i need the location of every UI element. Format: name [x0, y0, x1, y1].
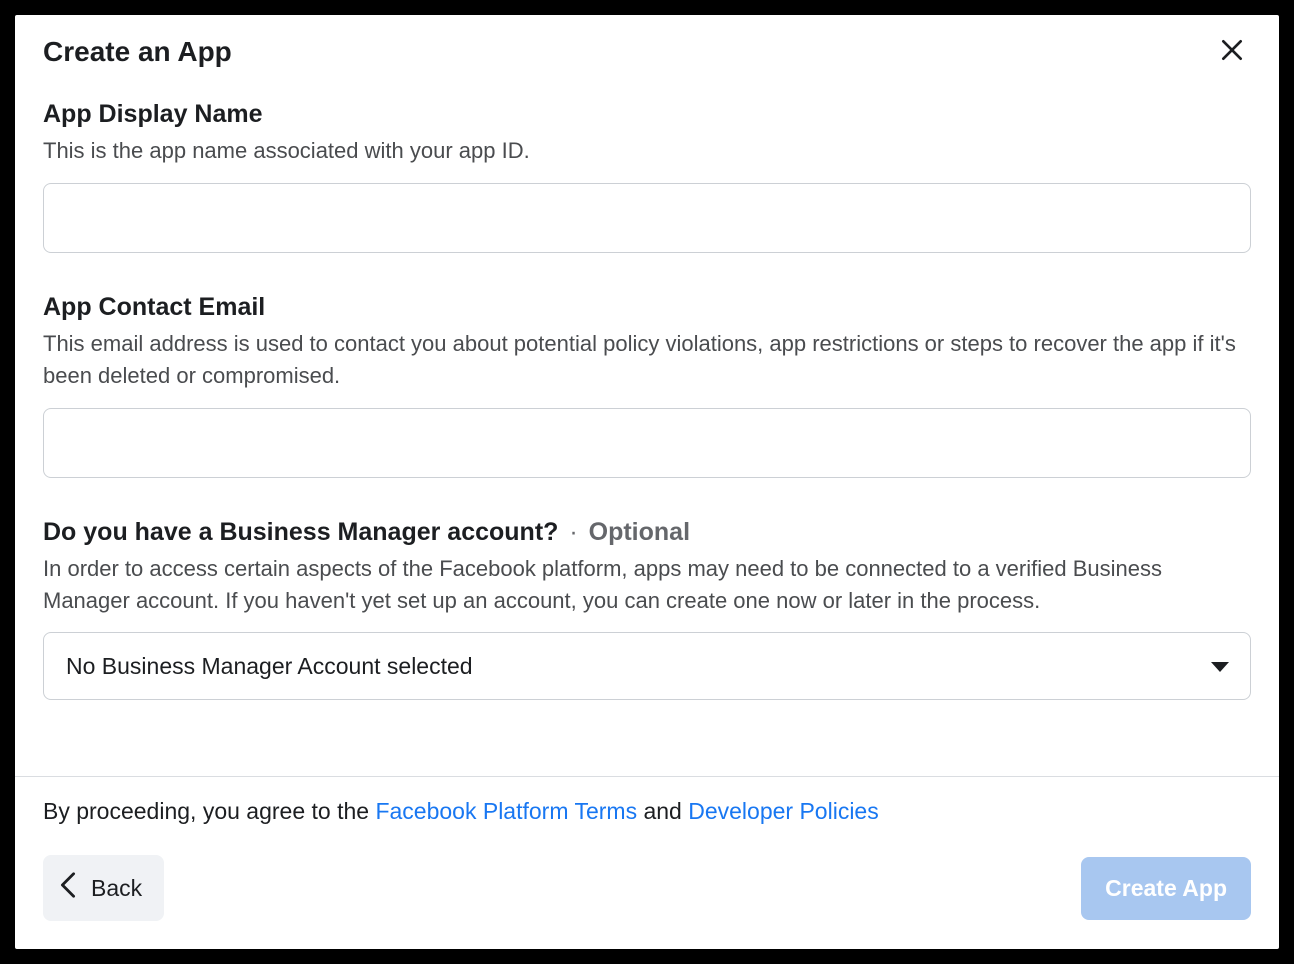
back-button[interactable]: Back [43, 855, 164, 921]
agreement-text: By proceeding, you agree to the Facebook… [43, 795, 1251, 827]
display-name-description: This is the app name associated with you… [43, 135, 1251, 167]
dialog-header: Create an App [15, 15, 1279, 72]
business-manager-select[interactable]: No Business Manager Account selected [43, 632, 1251, 700]
create-app-button[interactable]: Create App [1081, 857, 1251, 920]
business-manager-label: Do you have a Business Manager account? … [43, 518, 1251, 547]
create-app-button-label: Create App [1105, 875, 1227, 901]
close-icon [1219, 37, 1245, 66]
developer-policies-link[interactable]: Developer Policies [688, 798, 878, 824]
field-business-manager: Do you have a Business Manager account? … [43, 518, 1251, 701]
contact-email-label: App Contact Email [43, 293, 1251, 322]
close-button[interactable] [1213, 31, 1251, 72]
contact-email-description: This email address is used to contact yo… [43, 328, 1251, 392]
agree-mid: and [637, 798, 688, 824]
optional-tag: Optional [589, 518, 690, 546]
footer-actions: Back Create App [43, 855, 1251, 921]
back-button-label: Back [91, 875, 142, 902]
contact-email-input[interactable] [43, 408, 1251, 478]
agree-prefix: By proceeding, you agree to the [43, 798, 375, 824]
dialog-footer: By proceeding, you agree to the Facebook… [15, 776, 1279, 949]
platform-terms-link[interactable]: Facebook Platform Terms [375, 798, 637, 824]
business-manager-selected-value: No Business Manager Account selected [66, 653, 473, 680]
field-display-name: App Display Name This is the app name as… [43, 100, 1251, 253]
label-separator: · [562, 518, 584, 546]
business-manager-description: In order to access certain aspects of th… [43, 553, 1251, 617]
business-manager-label-text: Do you have a Business Manager account? [43, 518, 558, 546]
display-name-input[interactable] [43, 183, 1251, 253]
display-name-label: App Display Name [43, 100, 1251, 129]
dialog-body: App Display Name This is the app name as… [15, 72, 1279, 776]
business-manager-select-wrapper: No Business Manager Account selected [43, 632, 1251, 700]
field-contact-email: App Contact Email This email address is … [43, 293, 1251, 478]
chevron-left-icon [59, 871, 77, 905]
dialog-title: Create an App [43, 36, 232, 68]
create-app-dialog: Create an App App Display Name This is t… [15, 15, 1279, 949]
